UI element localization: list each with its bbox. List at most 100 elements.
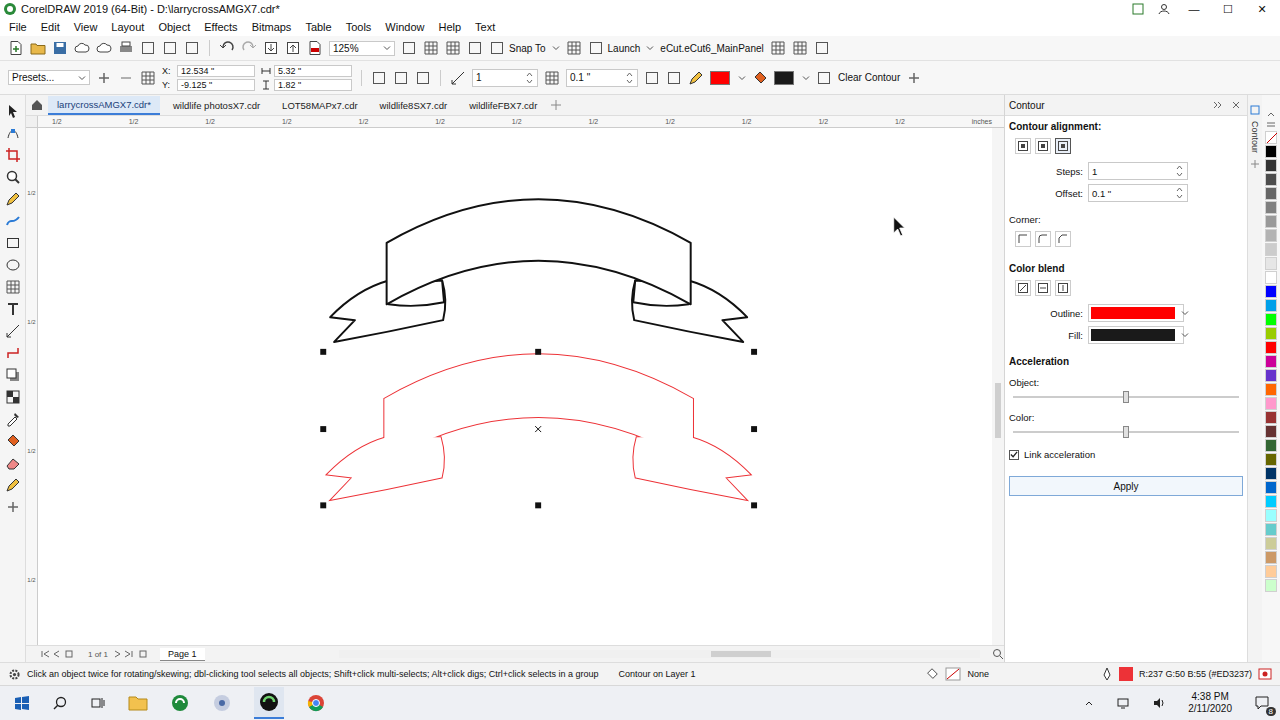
vertical-ruler[interactable]: 1/21/21/21/2 xyxy=(26,128,38,645)
no-color-swatch[interactable] xyxy=(1265,131,1277,144)
options-icon[interactable] xyxy=(566,40,582,56)
contour-inside-icon[interactable] xyxy=(393,70,409,86)
ellipse-icon[interactable] xyxy=(5,257,21,273)
rulers-icon[interactable] xyxy=(423,40,439,56)
horizontal-scrollbar[interactable] xyxy=(339,650,980,658)
contour-offset-icon[interactable] xyxy=(544,70,560,86)
contour-shape[interactable] xyxy=(327,354,750,499)
palette-swatch[interactable] xyxy=(1265,369,1277,382)
fill-color-icon[interactable] xyxy=(752,70,768,86)
collapse-icon[interactable] xyxy=(1213,100,1223,110)
outline-pen-icon[interactable] xyxy=(1101,667,1113,681)
cut-icon[interactable] xyxy=(140,40,156,56)
menu-item[interactable]: Object xyxy=(151,21,197,33)
windows-start-icon[interactable] xyxy=(14,695,30,711)
contour-steps-icon[interactable] xyxy=(450,70,466,86)
network-icon[interactable] xyxy=(1116,696,1130,710)
pick-icon[interactable] xyxy=(5,103,21,119)
fill-color-dropdown-icon[interactable] xyxy=(802,74,810,82)
launch-button[interactable]: Launch xyxy=(588,40,655,56)
add-tool-icon[interactable] xyxy=(5,499,21,515)
x-field[interactable]: 12.534 " xyxy=(177,65,255,77)
fill-color-picker[interactable] xyxy=(1088,326,1184,344)
alignment-option[interactable] xyxy=(1035,138,1051,154)
docker-offset-spinner-icon[interactable] xyxy=(1175,185,1184,201)
ecut-panel-icon[interactable] xyxy=(770,40,786,56)
palette-swatch[interactable] xyxy=(1265,509,1277,522)
outline-color-dropdown-icon[interactable] xyxy=(738,74,746,82)
document-tab[interactable]: wildlife photosX7.cdr xyxy=(164,97,269,114)
window-control-button[interactable]: — xyxy=(1184,3,1204,15)
palette-swatch[interactable] xyxy=(1265,327,1277,340)
dimension-icon[interactable] xyxy=(5,323,21,339)
vertical-scrollbar[interactable] xyxy=(992,128,1004,645)
add-docker-icon[interactable] xyxy=(1250,159,1260,169)
palette-swatch[interactable] xyxy=(1265,257,1277,270)
add-property-icon[interactable] xyxy=(906,70,922,86)
smart-fill-icon[interactable] xyxy=(5,455,21,471)
palette-swatch[interactable] xyxy=(1265,215,1277,228)
properties-icon[interactable] xyxy=(1250,105,1260,115)
alignment-option[interactable] xyxy=(1055,138,1071,154)
outline-status-swatch[interactable] xyxy=(1119,667,1133,681)
palette-swatch[interactable] xyxy=(1265,285,1277,298)
artistic-media-icon[interactable] xyxy=(5,213,21,229)
zoom-combo[interactable]: 125% xyxy=(329,41,395,56)
palette-swatch[interactable] xyxy=(1265,299,1277,312)
menu-item[interactable]: Window xyxy=(378,21,431,33)
feedback-icon[interactable] xyxy=(1132,3,1144,15)
home-icon[interactable] xyxy=(30,98,44,112)
apply-button[interactable]: Apply xyxy=(1009,476,1243,496)
save-icon[interactable] xyxy=(52,40,68,56)
zoom-icon[interactable] xyxy=(5,169,21,185)
acceleration-slider[interactable] xyxy=(1013,425,1239,439)
palette-swatch[interactable] xyxy=(1265,565,1277,578)
remove-preset-icon[interactable] xyxy=(118,70,134,86)
offset-spinner-icon[interactable] xyxy=(625,70,634,86)
docker-offset-field[interactable]: 0.1 " xyxy=(1088,184,1188,202)
contour-center-icon[interactable] xyxy=(371,70,387,86)
copy-icon[interactable] xyxy=(162,40,178,56)
menu-item[interactable]: Edit xyxy=(34,21,67,33)
palette-menu-icon[interactable] xyxy=(1265,120,1277,130)
palette-swatch[interactable] xyxy=(1265,173,1277,186)
connector-icon[interactable] xyxy=(5,345,21,361)
selection-handles[interactable] xyxy=(320,349,757,508)
acceleration-slider[interactable] xyxy=(1013,390,1239,404)
height-field[interactable]: 1.82 " xyxy=(274,79,352,91)
object-origin-icon[interactable] xyxy=(140,70,156,86)
color-blend-option[interactable] xyxy=(1055,280,1071,296)
new-tab-icon[interactable] xyxy=(550,99,562,111)
snap-dropdown-icon[interactable] xyxy=(552,44,560,52)
contour-side-tab[interactable]: Contour xyxy=(1250,121,1260,153)
docker-outline-dropdown-icon[interactable] xyxy=(1181,309,1189,317)
palette-swatch[interactable] xyxy=(1265,425,1277,438)
menu-item[interactable]: Layout xyxy=(104,21,151,33)
drop-shadow-icon[interactable] xyxy=(5,367,21,383)
palette-swatch[interactable] xyxy=(1265,159,1277,172)
width-field[interactable]: 5.32 " xyxy=(274,65,352,77)
coreldraw-active-icon[interactable] xyxy=(258,691,280,713)
palette-swatch[interactable] xyxy=(1265,439,1277,452)
palette-swatch[interactable] xyxy=(1265,467,1277,480)
open-icon[interactable] xyxy=(30,40,46,56)
crop-icon[interactable] xyxy=(5,147,21,163)
download-icon[interactable] xyxy=(96,40,112,56)
coreldraw-taskbar-icon[interactable] xyxy=(170,693,190,713)
page-tab[interactable]: Page 1 xyxy=(160,648,205,661)
link-acceleration-checkbox[interactable] xyxy=(1009,450,1019,460)
document-tab[interactable]: wildlifeFBX7.cdr xyxy=(460,97,546,114)
shape-icon[interactable] xyxy=(5,125,21,141)
snap-icon[interactable] xyxy=(489,40,505,56)
palette-swatch[interactable] xyxy=(1265,201,1277,214)
text-icon[interactable] xyxy=(5,301,21,317)
close-icon[interactable] xyxy=(1231,100,1241,110)
presets-combo[interactable]: Presets... xyxy=(8,70,90,85)
launch-dropdown-icon[interactable] xyxy=(646,44,654,52)
palette-swatch[interactable] xyxy=(1265,243,1277,256)
window-control-button[interactable]: ✕ xyxy=(1252,3,1272,16)
menu-item[interactable]: View xyxy=(67,21,105,33)
corel-app-icon[interactable] xyxy=(212,693,232,713)
palette-swatch[interactable] xyxy=(1265,313,1277,326)
palette-swatch[interactable] xyxy=(1265,523,1277,536)
